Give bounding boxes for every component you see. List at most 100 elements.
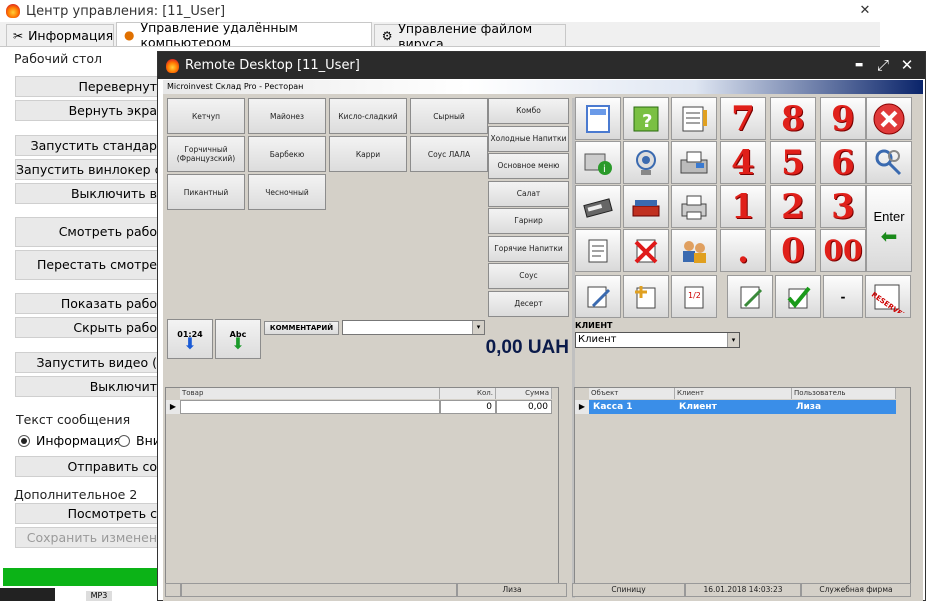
total-amount: 0,00 UAH — [485, 337, 569, 358]
product-ketchup-button[interactable]: Кетчуп — [167, 98, 245, 134]
info-terminal-icon[interactable]: i — [575, 141, 621, 184]
card-reader-icon[interactable] — [575, 185, 621, 228]
remote-desktop-titlebar: Remote Desktop [11_User] ▬ ⤢ ✕ — [158, 52, 925, 79]
radio-attention[interactable]: Вни — [118, 433, 161, 448]
object-row[interactable]: Касса 1 Клиент Лиза — [589, 400, 896, 414]
radio-info[interactable]: Информация — [18, 433, 121, 448]
category-salad-button[interactable]: Салат — [488, 181, 569, 207]
sort-alpha-button[interactable]: Abc ⬇ — [215, 319, 261, 359]
category-hot-drinks-button[interactable]: Горячие Напитки — [488, 236, 569, 262]
tab-info[interactable]: ✂ Информация — [6, 24, 114, 46]
add-document-icon[interactable] — [623, 275, 669, 318]
tab-virus-file[interactable]: ⚙ Управление файлом вируса — [374, 21, 566, 51]
message-text-label: Текст сообщения — [16, 412, 131, 427]
product-cheese-button[interactable]: Сырный — [410, 98, 488, 134]
product-spicy-button[interactable]: Пикантный — [167, 174, 245, 210]
app-titlebar: Microinvest Склад Pro - Ресторан — [163, 80, 923, 94]
hide-desktop-button[interactable]: Скрыть рабо — [15, 317, 160, 338]
fax-icon[interactable] — [671, 141, 717, 184]
notepad-icon[interactable] — [671, 97, 717, 140]
keypad-2[interactable]: 2 — [770, 185, 816, 228]
minimize-button[interactable]: ▬ — [848, 55, 870, 75]
flip-screen-button[interactable]: Перевернут — [15, 76, 160, 97]
product-mayo-button[interactable]: Майонез — [248, 98, 326, 134]
keypad-3[interactable]: 3 — [820, 185, 866, 228]
status-cell-empty — [165, 583, 181, 597]
product-curry-button[interactable]: Карри — [329, 136, 407, 172]
restore-screen-button[interactable]: Вернуть экра — [15, 100, 160, 121]
dropdown-arrow-icon: ▾ — [472, 321, 484, 334]
turn-off-video-button[interactable]: Выключит — [15, 376, 160, 397]
dropdown-button[interactable]: - — [823, 275, 863, 318]
show-desktop-button[interactable]: Показать рабо — [15, 293, 160, 314]
keypad-9[interactable]: 9 — [820, 97, 866, 140]
flame-icon — [166, 58, 179, 73]
grid-header-object: Объект — [589, 388, 675, 399]
run-video-button[interactable]: Запустить видео ( — [15, 352, 160, 373]
svg-text:1/2: 1/2 — [688, 291, 701, 300]
category-main-menu-button[interactable]: Основное меню — [488, 153, 569, 179]
rd-close-button[interactable]: ✕ — [896, 55, 918, 75]
product-garlic-button[interactable]: Чесночный — [248, 174, 326, 210]
category-dessert-button[interactable]: Десерт — [488, 291, 569, 317]
client-select[interactable]: Клиент ▾ — [575, 332, 740, 348]
run-winlocker-button[interactable]: Запустить винлокер с — [15, 159, 160, 180]
stop-watching-button[interactable]: Перестать смотре — [15, 250, 160, 280]
close-button[interactable]: ✕ — [852, 0, 878, 22]
keypad-0[interactable]: 0 — [770, 229, 816, 272]
document-icon[interactable] — [575, 97, 621, 140]
keypad-1[interactable]: 1 — [720, 185, 766, 228]
comment-button[interactable]: КОММЕНТАРИЙ — [264, 321, 339, 335]
keypad-8[interactable]: 8 — [770, 97, 816, 140]
keypad-dot[interactable]: . — [720, 229, 766, 272]
printer-icon[interactable] — [671, 185, 717, 228]
order-item-cell[interactable] — [180, 400, 440, 414]
bill-edit-icon[interactable] — [727, 275, 773, 318]
taskbar-thumb — [0, 588, 55, 601]
sort-numeric-button[interactable]: 01:24 ⬇ — [167, 319, 213, 359]
users-icon[interactable] — [671, 229, 717, 272]
delete-document-icon[interactable] — [623, 229, 669, 272]
comment-field[interactable]: ▾ — [342, 320, 485, 335]
grid-header-item: Товар — [180, 388, 440, 399]
close-red-icon[interactable] — [866, 97, 912, 140]
run-standard-button[interactable]: Запустить стандар — [15, 135, 160, 156]
edit-pencil-icon[interactable] — [575, 275, 621, 318]
checkmark-icon[interactable] — [775, 275, 821, 318]
keypad-6[interactable]: 6 — [820, 141, 866, 184]
watch-desktop-button[interactable]: Смотреть рабо — [15, 217, 160, 247]
product-bbq-button[interactable]: Барбекю — [248, 136, 326, 172]
send-message-button[interactable]: Отправить со — [15, 456, 160, 477]
keys-icon[interactable] — [866, 141, 912, 184]
maximize-button[interactable]: ⤢ — [872, 55, 894, 75]
keypad-5[interactable]: 5 — [770, 141, 816, 184]
product-mustard-button[interactable]: Горчичный (Французский) — [167, 136, 245, 172]
keypad-4[interactable]: 4 — [720, 141, 766, 184]
tools-icon: ✂ — [13, 28, 24, 43]
status-user: Лиза — [457, 583, 567, 597]
control-center-titlebar: Центр управления: [11_User] ✕ — [0, 0, 880, 22]
category-sauce-button[interactable]: Соус — [488, 263, 569, 289]
reserved-icon[interactable]: RESERVED — [865, 275, 911, 318]
keypad-7[interactable]: 7 — [720, 97, 766, 140]
grid-header-user: Пользователь — [792, 388, 896, 399]
order-qty-cell[interactable]: 0 — [440, 400, 496, 414]
keypad-00[interactable]: 00 — [820, 229, 866, 272]
webcam-icon[interactable] — [623, 141, 669, 184]
category-garnish-button[interactable]: Гарнир — [488, 208, 569, 234]
view-button[interactable]: Посмотреть с — [15, 503, 160, 524]
order-sum-cell[interactable]: 0,00 — [496, 400, 552, 414]
category-cold-drinks-button[interactable]: Холодные Напитки — [488, 126, 569, 152]
scanner-icon[interactable] — [623, 185, 669, 228]
receipt-edit-icon[interactable] — [575, 229, 621, 272]
turn-off-button[interactable]: Выключить в — [15, 183, 160, 204]
dropdown-arrow-icon: ▾ — [727, 333, 739, 347]
product-sweet-sour-button[interactable]: Кисло-сладкий — [329, 98, 407, 134]
help-question-icon[interactable]: ? — [623, 97, 669, 140]
category-combo-button[interactable]: Комбо — [488, 98, 569, 124]
split-bill-icon[interactable]: 1/2 — [671, 275, 717, 318]
tab-remote-control[interactable]: ● Управление удалённым компьютером — [116, 20, 372, 50]
taskbar-strip: MP3 — [0, 588, 160, 601]
product-lala-button[interactable]: Соус ЛАЛА — [410, 136, 488, 172]
enter-button[interactable]: Enter ⬅ — [866, 185, 912, 272]
